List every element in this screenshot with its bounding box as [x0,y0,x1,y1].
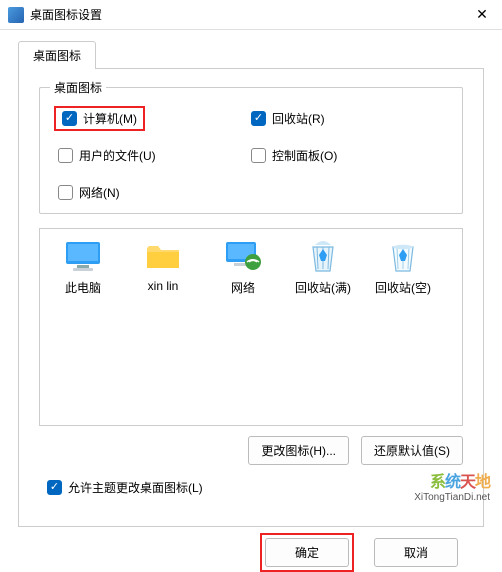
button-label: 还原默认值(S) [374,444,450,458]
window-title: 桌面图标设置 [30,6,470,23]
check-icon [58,185,73,200]
check-icon: ✓ [251,111,266,126]
icon-preview-list: 此电脑 xin lin 网络 [39,228,463,426]
icon-label: 网络 [231,279,255,296]
tab-desktop-icons[interactable]: 桌面图标 [18,41,96,69]
checkbox-label: 计算机(M) [83,110,137,127]
check-icon: ✓ [47,480,62,495]
network-monitor-icon [223,239,263,273]
icon-label: 回收站(空) [375,279,431,296]
check-icon: ✓ [62,111,77,126]
button-label: 更改图标(H)... [261,444,336,458]
recycle-bin-empty-icon [383,239,423,273]
dialog-body: 桌面图标 桌面图标 ✓ 计算机(M) ✓ 回收站(R) [0,30,502,572]
checkbox-network[interactable]: 网络(N) [58,184,251,201]
change-icon-button[interactable]: 更改图标(H)... [248,436,349,465]
tab-label: 桌面图标 [33,49,81,63]
icon-label: 回收站(满) [295,279,351,296]
folder-icon [143,239,183,273]
tab-strip: 桌面图标 [18,40,484,68]
checkbox-recycle[interactable]: ✓ 回收站(R) [251,110,444,127]
monitor-icon [63,239,103,273]
recycle-bin-full-icon [303,239,343,273]
checkbox-allow-theme[interactable]: ✓ 允许主题更改桌面图标(L) [47,479,463,496]
group-legend: 桌面图标 [50,79,106,96]
dialog-footer: 确定 取消 [18,533,484,572]
icon-label: xin lin [148,279,179,293]
checkbox-label: 用户的文件(U) [79,147,156,164]
check-icon [58,148,73,163]
icon-label: 此电脑 [65,279,101,296]
icon-item-network[interactable]: 网络 [206,239,280,296]
checkbox-userfiles[interactable]: 用户的文件(U) [58,147,251,164]
button-label: 确定 [295,546,319,560]
group-desktop-icons: 桌面图标 ✓ 计算机(M) ✓ 回收站(R) 用户的文件(U) [39,87,463,214]
icon-item-recycle-full[interactable]: 回收站(满) [286,239,360,296]
restore-default-button[interactable]: 还原默认值(S) [361,436,463,465]
icon-item-userfolder[interactable]: xin lin [126,239,200,296]
highlight-computer: ✓ 计算机(M) [54,106,145,131]
icon-item-recycle-empty[interactable]: 回收站(空) [366,239,440,296]
close-icon[interactable]: ✕ [470,6,494,23]
highlight-ok: 确定 [260,533,354,572]
checkbox-label: 控制面板(O) [272,147,337,164]
checkbox-label: 网络(N) [79,184,120,201]
tab-panel: 桌面图标 ✓ 计算机(M) ✓ 回收站(R) 用户的文件(U) [18,68,484,527]
checkbox-control-panel[interactable]: 控制面板(O) [251,147,444,164]
titlebar: 桌面图标设置 ✕ [0,0,502,30]
app-icon [8,7,24,23]
button-label: 取消 [404,546,428,560]
checkbox-label: 允许主题更改桌面图标(L) [68,479,203,496]
spacer [251,184,444,201]
checkbox-label: 回收站(R) [272,110,325,127]
checkbox-computer[interactable]: ✓ 计算机(M) [58,110,251,127]
check-icon [251,148,266,163]
icon-item-this-pc[interactable]: 此电脑 [46,239,120,296]
